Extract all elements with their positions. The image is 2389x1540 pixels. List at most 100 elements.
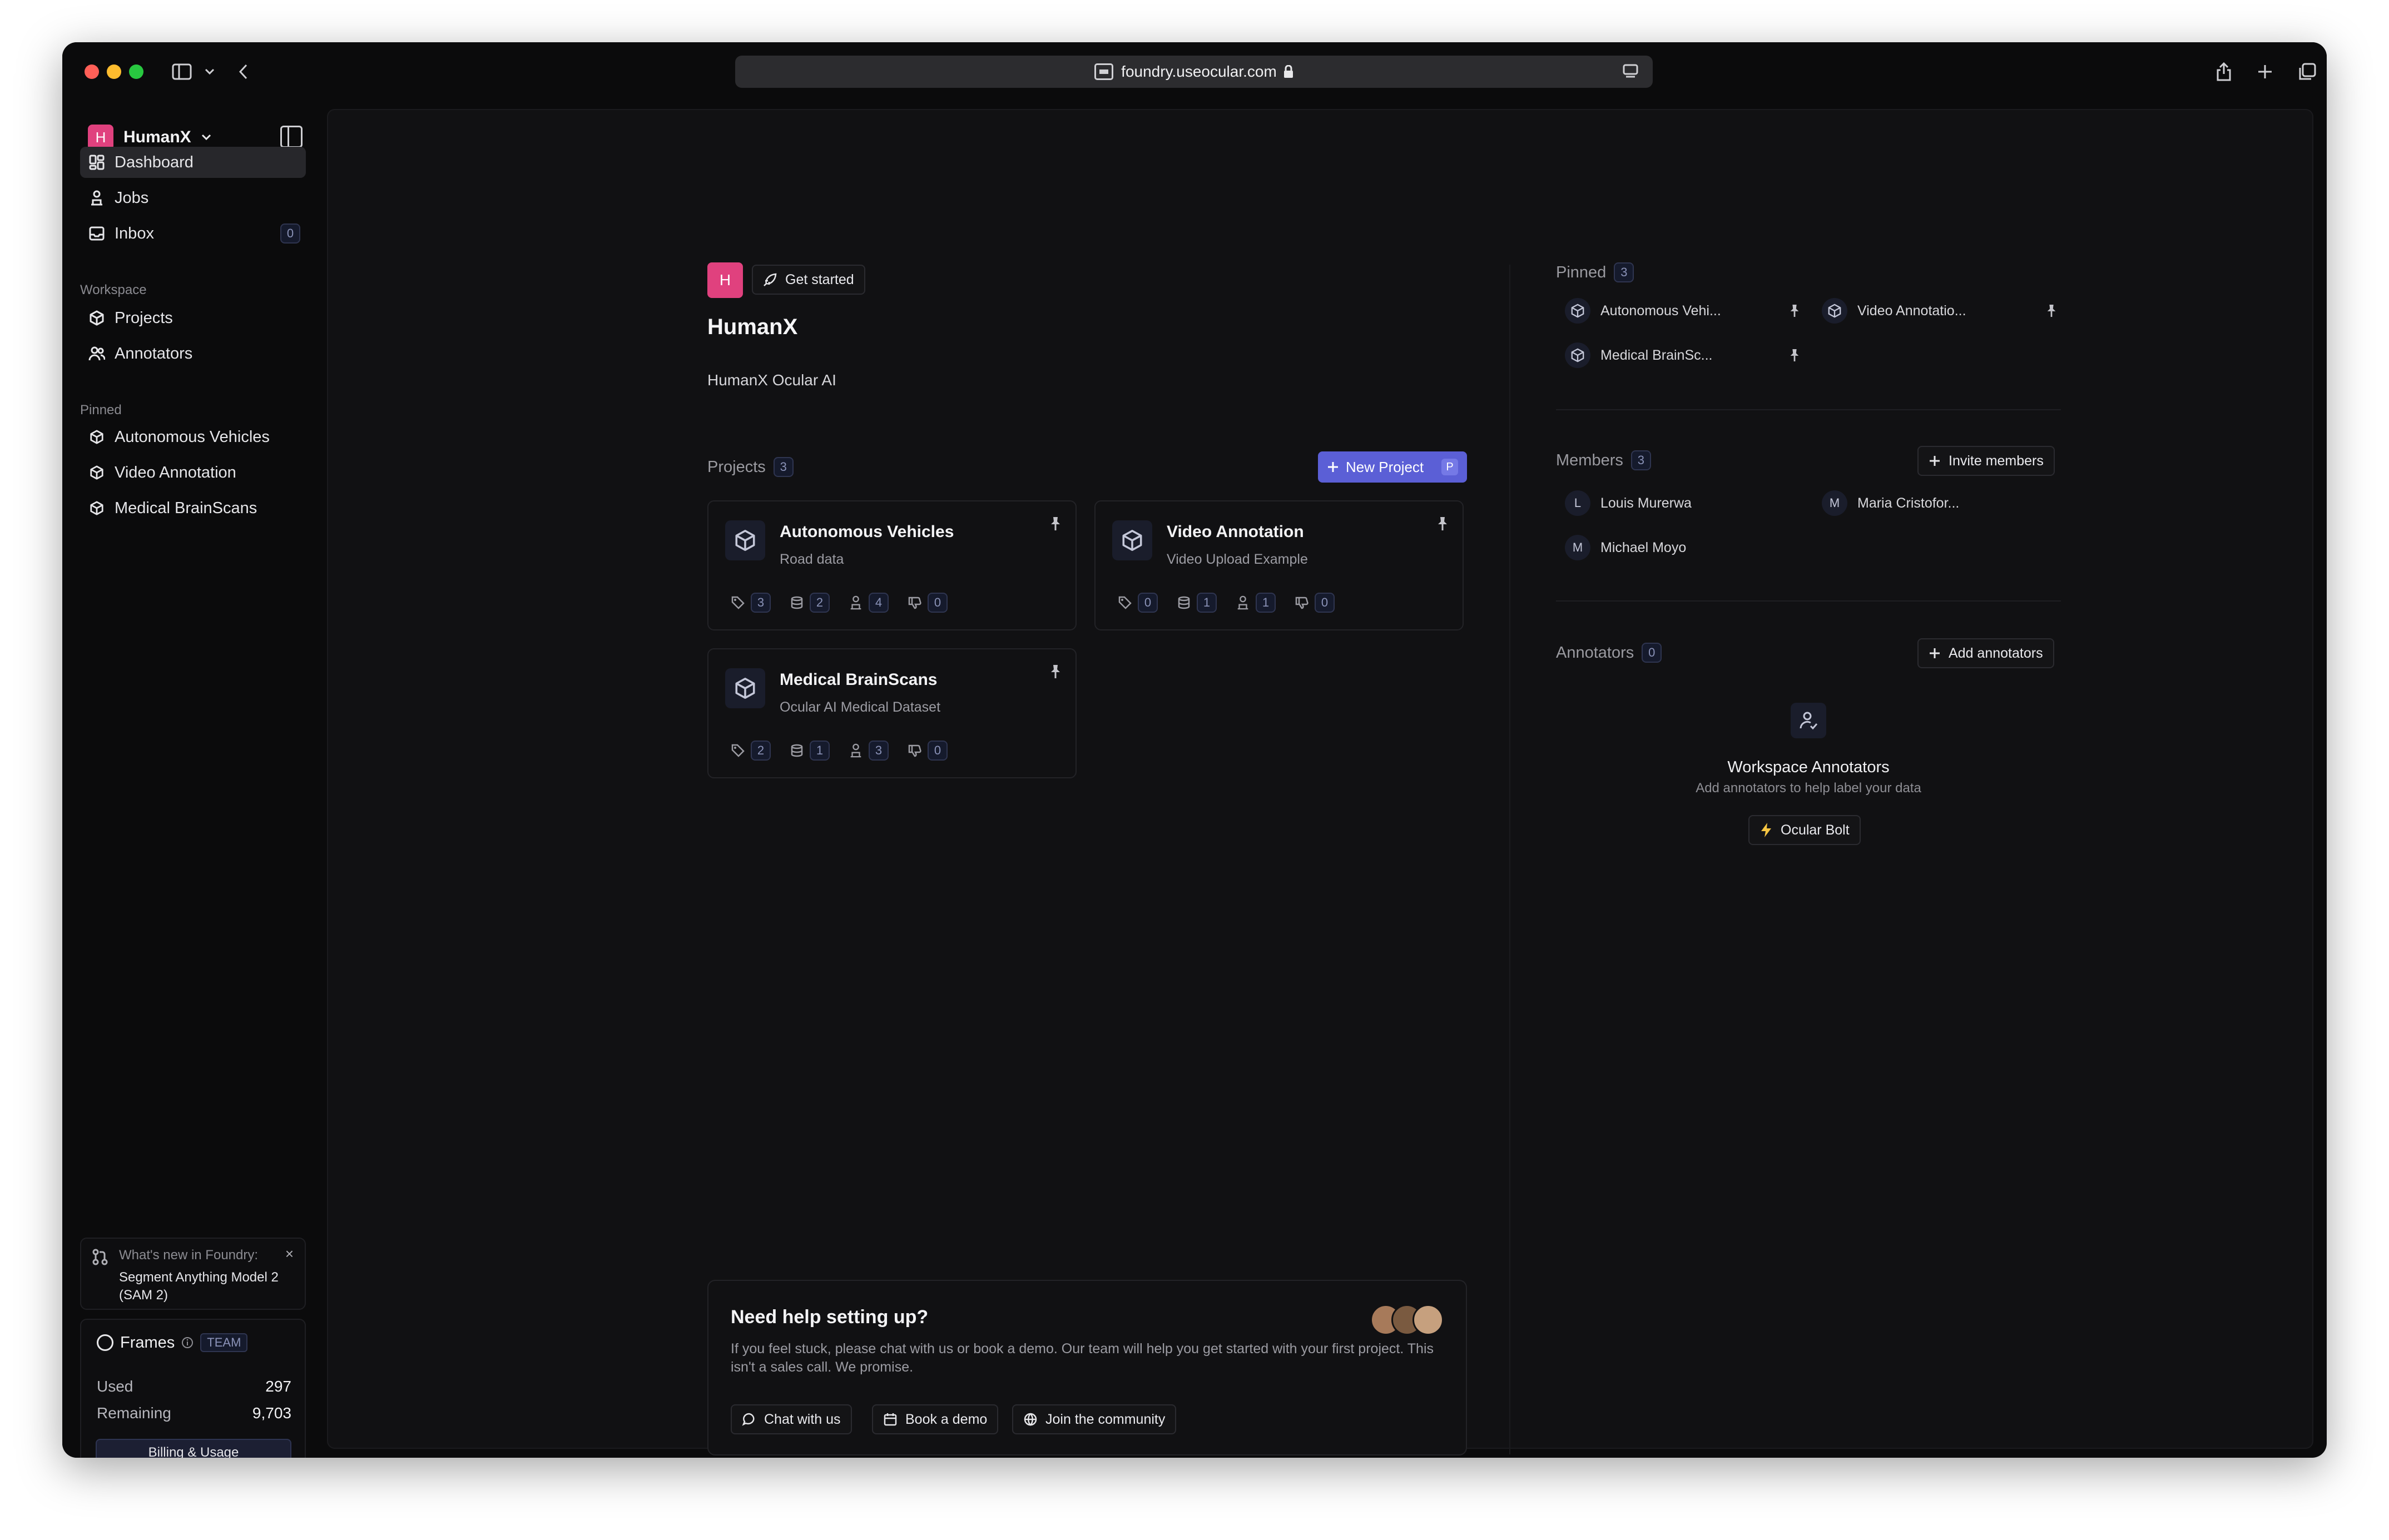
close-window-button[interactable] bbox=[85, 64, 99, 79]
tag-icon bbox=[731, 596, 745, 609]
section-divider bbox=[1556, 600, 2061, 602]
pin-icon[interactable] bbox=[2045, 304, 2058, 318]
bolt-icon bbox=[1761, 823, 1771, 837]
tab-overview-icon[interactable] bbox=[2293, 58, 2321, 86]
browser-toolbar: foundry.useocular.com bbox=[62, 42, 2327, 109]
info-icon[interactable] bbox=[181, 1337, 194, 1349]
cube-icon bbox=[1112, 520, 1152, 560]
datasets-count: 1 bbox=[810, 741, 830, 761]
whats-new-body: Segment Anything Model 2 (SAM 2) bbox=[119, 1270, 279, 1303]
pinned-item-autonomous-vehicles[interactable]: Autonomous Vehi... bbox=[1565, 298, 1801, 324]
reader-icon[interactable] bbox=[1623, 63, 1638, 79]
minimize-window-button[interactable] bbox=[107, 64, 121, 79]
sidebar-item-annotators[interactable]: Annotators bbox=[80, 338, 306, 369]
book-demo-button[interactable]: Book a demo bbox=[872, 1404, 999, 1434]
thumbs-down-icon bbox=[1295, 597, 1309, 609]
pinned-label: Pinned bbox=[1556, 263, 1607, 281]
jobs-icon bbox=[850, 595, 861, 610]
tags-count: 2 bbox=[751, 741, 771, 761]
chat-with-us-button[interactable]: Chat with us bbox=[731, 1404, 852, 1434]
sidebar-toggle-icon[interactable] bbox=[168, 58, 196, 86]
sidebar-pinned-medical-brainscans[interactable]: Medical BrainScans bbox=[80, 493, 306, 524]
new-tab-icon[interactable] bbox=[2251, 58, 2279, 86]
calendar-icon bbox=[884, 1413, 897, 1426]
globe-icon bbox=[1024, 1413, 1037, 1426]
pin-icon[interactable] bbox=[1788, 304, 1801, 318]
join-community-button[interactable]: Join the community bbox=[1012, 1404, 1177, 1434]
pin-icon[interactable] bbox=[1788, 348, 1801, 362]
tags-count: 0 bbox=[1138, 593, 1158, 613]
pinned-item-video-annotation[interactable]: Video Annotatio... bbox=[1822, 298, 2058, 324]
sidebar-item-jobs[interactable]: Jobs bbox=[80, 182, 306, 213]
project-card-video-annotation[interactable]: Video Annotation Video Upload Example 0 … bbox=[1094, 500, 1464, 630]
sidebar-item-label: Inbox bbox=[115, 224, 154, 242]
plus-icon bbox=[1328, 462, 1338, 472]
member-item[interactable]: M Michael Moyo bbox=[1565, 535, 1686, 560]
member-name: Louis Murerwa bbox=[1600, 495, 1692, 511]
lock-icon bbox=[1283, 65, 1293, 78]
collapse-sidebar-icon[interactable] bbox=[280, 126, 303, 148]
sidebar-pinned-autonomous-vehicles[interactable]: Autonomous Vehicles bbox=[80, 421, 306, 453]
address-bar[interactable]: foundry.useocular.com bbox=[735, 56, 1653, 88]
project-card-medical-brainscans[interactable]: Medical BrainScans Ocular AI Medical Dat… bbox=[707, 648, 1077, 778]
sidebar-item-dashboard[interactable]: Dashboard bbox=[80, 147, 306, 178]
project-stats: 2 1 3 0 bbox=[731, 741, 960, 761]
pin-icon[interactable] bbox=[1049, 516, 1062, 534]
datasets-count: 1 bbox=[1197, 593, 1217, 613]
sidebar-pinned-video-annotation[interactable]: Video Annotation bbox=[80, 457, 306, 488]
help-title: Need help setting up? bbox=[731, 1306, 929, 1328]
pin-icon[interactable] bbox=[1049, 664, 1062, 682]
tag-icon bbox=[1118, 596, 1132, 609]
workspace-name: HumanX bbox=[123, 128, 191, 146]
pin-icon[interactable] bbox=[1436, 516, 1449, 534]
member-item[interactable]: M Maria Cristofor... bbox=[1822, 490, 1959, 516]
cube-icon bbox=[725, 668, 765, 708]
help-body: If you feel stuck, please chat with us o… bbox=[731, 1341, 1434, 1375]
chat-label: Chat with us bbox=[764, 1411, 841, 1427]
ocular-bolt-button[interactable]: Ocular Bolt bbox=[1748, 815, 1861, 845]
browser-window: foundry.useocular.com H HumanX Dashboard… bbox=[62, 42, 2327, 1458]
project-description: Video Upload Example bbox=[1167, 552, 1308, 567]
help-card: Need help setting up? If you feel stuck,… bbox=[707, 1280, 1467, 1455]
invite-members-button[interactable]: Invite members bbox=[1917, 446, 2055, 476]
dataset-icon bbox=[1178, 596, 1190, 609]
frames-title: Frames bbox=[120, 1333, 175, 1352]
sidebar-item-inbox[interactable]: Inbox 0 bbox=[80, 218, 306, 249]
jobs-icon bbox=[850, 743, 861, 758]
tags-count: 3 bbox=[751, 593, 771, 613]
share-icon[interactable] bbox=[2210, 58, 2238, 86]
sidebar-item-label: Autonomous Vehicles bbox=[115, 428, 270, 446]
jobs-count: 4 bbox=[869, 593, 889, 613]
plus-icon bbox=[1930, 456, 1940, 466]
pinned-count-badge: 3 bbox=[1614, 262, 1634, 282]
back-icon[interactable] bbox=[229, 58, 257, 86]
maximize-window-button[interactable] bbox=[129, 64, 143, 79]
frames-used-row: Used 297 bbox=[97, 1378, 291, 1395]
avatar: L bbox=[1565, 490, 1590, 516]
get-started-button[interactable]: Get started bbox=[752, 265, 865, 295]
projects-count-badge: 3 bbox=[773, 457, 794, 477]
chevron-down-icon[interactable] bbox=[196, 58, 224, 86]
new-project-button[interactable]: New Project P bbox=[1318, 451, 1467, 483]
billing-usage-button[interactable]: Billing & Usage bbox=[96, 1439, 291, 1458]
page-subtitle: HumanX Ocular AI bbox=[707, 371, 836, 389]
reviews-count: 0 bbox=[928, 593, 948, 613]
project-description: Ocular AI Medical Dataset bbox=[780, 699, 941, 715]
user-check-icon bbox=[1791, 703, 1826, 738]
project-card-autonomous-vehicles[interactable]: Autonomous Vehicles Road data 3 2 4 0 bbox=[707, 500, 1077, 630]
whats-new-card[interactable]: What's new in Foundry: Segment Anything … bbox=[80, 1238, 306, 1310]
workspace-section-label: Workspace bbox=[80, 282, 147, 297]
member-item[interactable]: L Louis Murerwa bbox=[1565, 490, 1692, 516]
pinned-item-medical-brainscans[interactable]: Medical BrainSc... bbox=[1565, 342, 1801, 368]
add-annotators-button[interactable]: Add annotators bbox=[1917, 638, 2054, 668]
avatar: M bbox=[1822, 490, 1847, 516]
chevron-down-icon bbox=[201, 134, 211, 141]
sidebar-item-label: Jobs bbox=[115, 188, 149, 207]
team-avatars bbox=[1370, 1304, 1444, 1335]
frames-used-value: 297 bbox=[265, 1378, 291, 1395]
close-icon[interactable]: × bbox=[285, 1245, 294, 1263]
pinned-item-label: Video Annotatio... bbox=[1857, 302, 1966, 319]
sidebar-item-projects[interactable]: Projects bbox=[80, 302, 306, 334]
sidebar-item-label: Dashboard bbox=[115, 153, 194, 171]
frames-remaining-value: 9,703 bbox=[252, 1404, 291, 1422]
